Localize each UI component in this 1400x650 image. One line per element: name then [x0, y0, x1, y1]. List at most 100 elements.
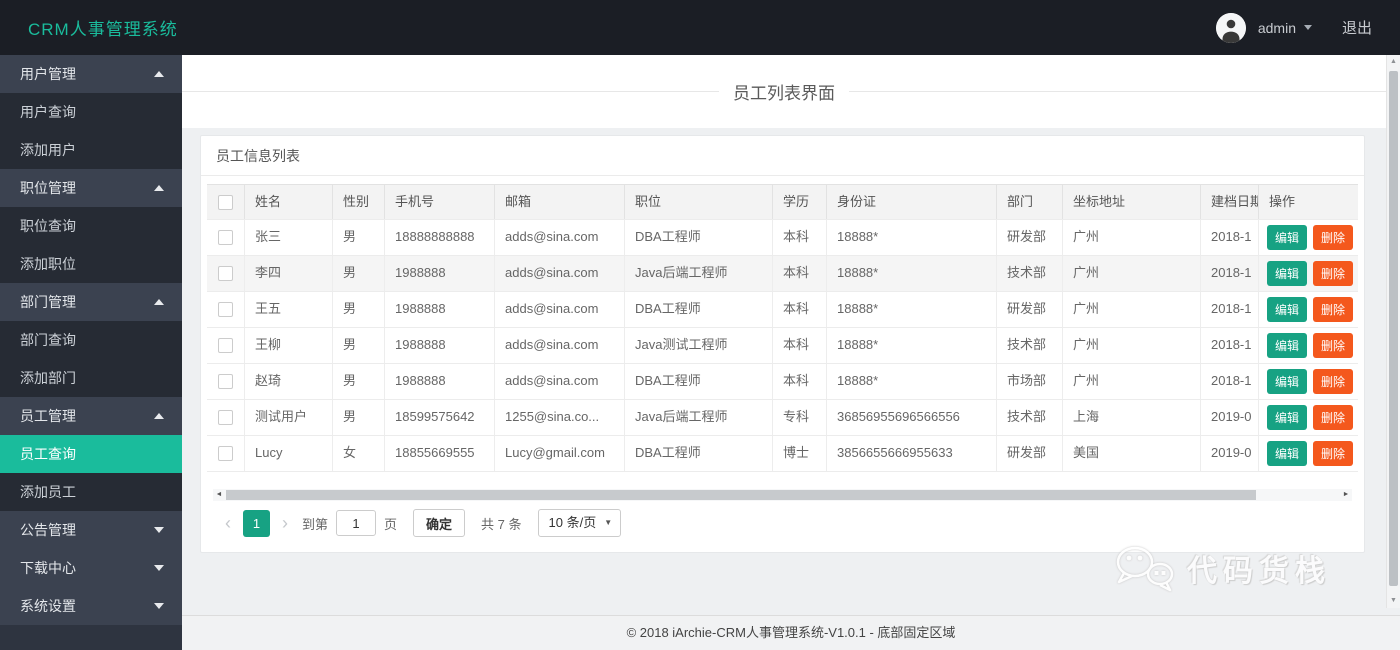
- table-cell: 18855669555: [385, 436, 495, 471]
- row-checkbox[interactable]: [218, 302, 233, 317]
- table-cell: 广州: [1063, 256, 1201, 291]
- user-menu[interactable]: admin: [1258, 20, 1312, 36]
- sidebar-item[interactable]: 下载中心: [0, 549, 182, 587]
- table-cell: DBA工程师: [625, 436, 773, 471]
- v-scroll-thumb[interactable]: [1389, 71, 1398, 586]
- app-header: CRM人事管理系统 admin 退出: [0, 0, 1400, 55]
- table-cell: Lucy: [245, 436, 333, 471]
- table-cell: [207, 328, 245, 363]
- prev-page-button[interactable]: ‹: [219, 510, 237, 536]
- table-cell: 市场部: [997, 364, 1063, 399]
- table-cell: 18888*: [827, 256, 997, 291]
- table-cell: 广州: [1063, 220, 1201, 255]
- table-cell: adds@sina.com: [495, 220, 625, 255]
- user-avatar[interactable]: [1215, 12, 1246, 43]
- table-cell: Java后端工程师: [625, 400, 773, 435]
- delete-button[interactable]: 删除: [1313, 333, 1354, 358]
- scrollbar-horizontal[interactable]: [213, 489, 1352, 501]
- sidebar-item[interactable]: 添加员工: [0, 473, 182, 511]
- delete-button[interactable]: 删除: [1313, 441, 1354, 466]
- edit-button[interactable]: 编辑: [1267, 297, 1308, 322]
- table-cell: 本科: [773, 364, 827, 399]
- table-cell: 编辑 删除: [1259, 328, 1358, 363]
- sidebar-item-label: 员工查询: [20, 446, 76, 462]
- column-header: 部门: [997, 185, 1063, 219]
- sidebar-item-label: 用户管理: [20, 66, 76, 82]
- edit-button[interactable]: 编辑: [1267, 369, 1308, 394]
- table-cell: 2018-1: [1201, 328, 1259, 363]
- table-cell: 18888*: [827, 328, 997, 363]
- sidebar-item[interactable]: 职位查询: [0, 207, 182, 245]
- scrollbar-vertical[interactable]: [1386, 55, 1400, 608]
- row-checkbox[interactable]: [218, 266, 233, 281]
- sidebar: 用户管理用户查询 添加用户职位管理职位查询 添加职位 部门管理部门查询添加部门 员工管理…: [0, 55, 182, 650]
- scroll-down-icon[interactable]: [1387, 594, 1400, 608]
- delete-button[interactable]: 删除: [1313, 261, 1354, 286]
- table-cell: 男: [333, 400, 385, 435]
- column-header: 手机号: [385, 185, 495, 219]
- table-cell: 2019-0: [1201, 436, 1259, 471]
- delete-button[interactable]: 删除: [1313, 297, 1354, 322]
- caret-down-icon: [1303, 25, 1312, 30]
- table-row: Lucy 女 18855669555 Lucy@gmail.com DBA工程师 博士 38…: [207, 436, 1358, 472]
- column-header: 职位: [625, 185, 773, 219]
- goto-page-input[interactable]: [336, 510, 377, 536]
- delete-button[interactable]: 删除: [1313, 369, 1354, 394]
- sidebar-item[interactable]: 员工查询: [0, 435, 182, 473]
- delete-button[interactable]: 删除: [1313, 405, 1354, 430]
- row-checkbox[interactable]: [218, 374, 233, 389]
- sidebar-item[interactable]: 用户查询: [0, 93, 182, 131]
- divider-line: [849, 91, 1386, 92]
- current-page-button[interactable]: 1: [243, 509, 270, 537]
- column-header: 身份证: [827, 185, 997, 219]
- edit-button[interactable]: 编辑: [1267, 261, 1308, 286]
- logout-link[interactable]: 退出: [1342, 17, 1372, 38]
- page-size-select[interactable]: 10 条/页: [537, 509, 622, 537]
- row-checkbox[interactable]: [218, 410, 233, 425]
- table-cell: 1988888: [385, 364, 495, 399]
- sidebar-item[interactable]: 添加用户: [0, 131, 182, 169]
- confirm-button[interactable]: 确定: [413, 509, 466, 537]
- edit-button[interactable]: 编辑: [1267, 225, 1308, 250]
- sidebar-item[interactable]: 职位管理: [0, 169, 182, 207]
- h-scroll-thumb[interactable]: [226, 490, 1256, 500]
- sidebar-item-label: 部门查询: [20, 332, 76, 348]
- scroll-right-icon[interactable]: [1340, 489, 1352, 501]
- row-checkbox[interactable]: [218, 230, 233, 245]
- sidebar-item-label: 职位管理: [20, 180, 76, 196]
- column-header: 性别: [333, 185, 385, 219]
- table-cell: 男: [333, 364, 385, 399]
- table-row: 张三男 18888888888 adds@sina.com DBA工程师 本科 18888…: [207, 220, 1358, 256]
- sidebar-item[interactable]: 添加部门: [0, 359, 182, 397]
- table-cell: adds@sina.com: [495, 328, 625, 363]
- edit-button[interactable]: 编辑: [1267, 333, 1308, 358]
- sidebar-item[interactable]: 部门管理: [0, 283, 182, 321]
- sidebar-item[interactable]: 员工管理: [0, 397, 182, 435]
- sidebar-item[interactable]: 系统设置: [0, 587, 182, 625]
- edit-button[interactable]: 编辑: [1267, 405, 1308, 430]
- table-cell: 男: [333, 220, 385, 255]
- sidebar-item[interactable]: 公告管理: [0, 511, 182, 549]
- sidebar-item[interactable]: 用户管理: [0, 55, 182, 93]
- delete-button[interactable]: 删除: [1313, 225, 1354, 250]
- table-cell: [207, 364, 245, 399]
- row-checkbox[interactable]: [218, 446, 233, 461]
- page-title-strip: 员工列表界面: [182, 55, 1386, 128]
- scroll-up-icon[interactable]: [1387, 55, 1400, 69]
- column-header: [207, 185, 245, 219]
- scroll-left-icon[interactable]: [213, 489, 225, 501]
- table-cell: 2018-1: [1201, 220, 1259, 255]
- app-title: CRM人事管理系统: [28, 20, 178, 39]
- sidebar-item[interactable]: 部门查询: [0, 321, 182, 359]
- sidebar-item-label: 添加员工: [20, 484, 76, 500]
- chevron-up-icon: [154, 185, 164, 191]
- edit-button[interactable]: 编辑: [1267, 441, 1308, 466]
- sidebar-item[interactable]: 添加职位: [0, 245, 182, 283]
- table-cell: 王柳: [245, 328, 333, 363]
- table-header-row: 姓名 性别 手机号 邮箱 职位 学历 身份证 部门 坐标地址 建档日期 操作: [207, 185, 1358, 220]
- table-cell: 上海: [1063, 400, 1201, 435]
- select-all-checkbox[interactable]: [218, 194, 233, 210]
- column-header: 学历: [773, 185, 827, 219]
- next-page-button[interactable]: ›: [276, 510, 294, 536]
- row-checkbox[interactable]: [218, 338, 233, 353]
